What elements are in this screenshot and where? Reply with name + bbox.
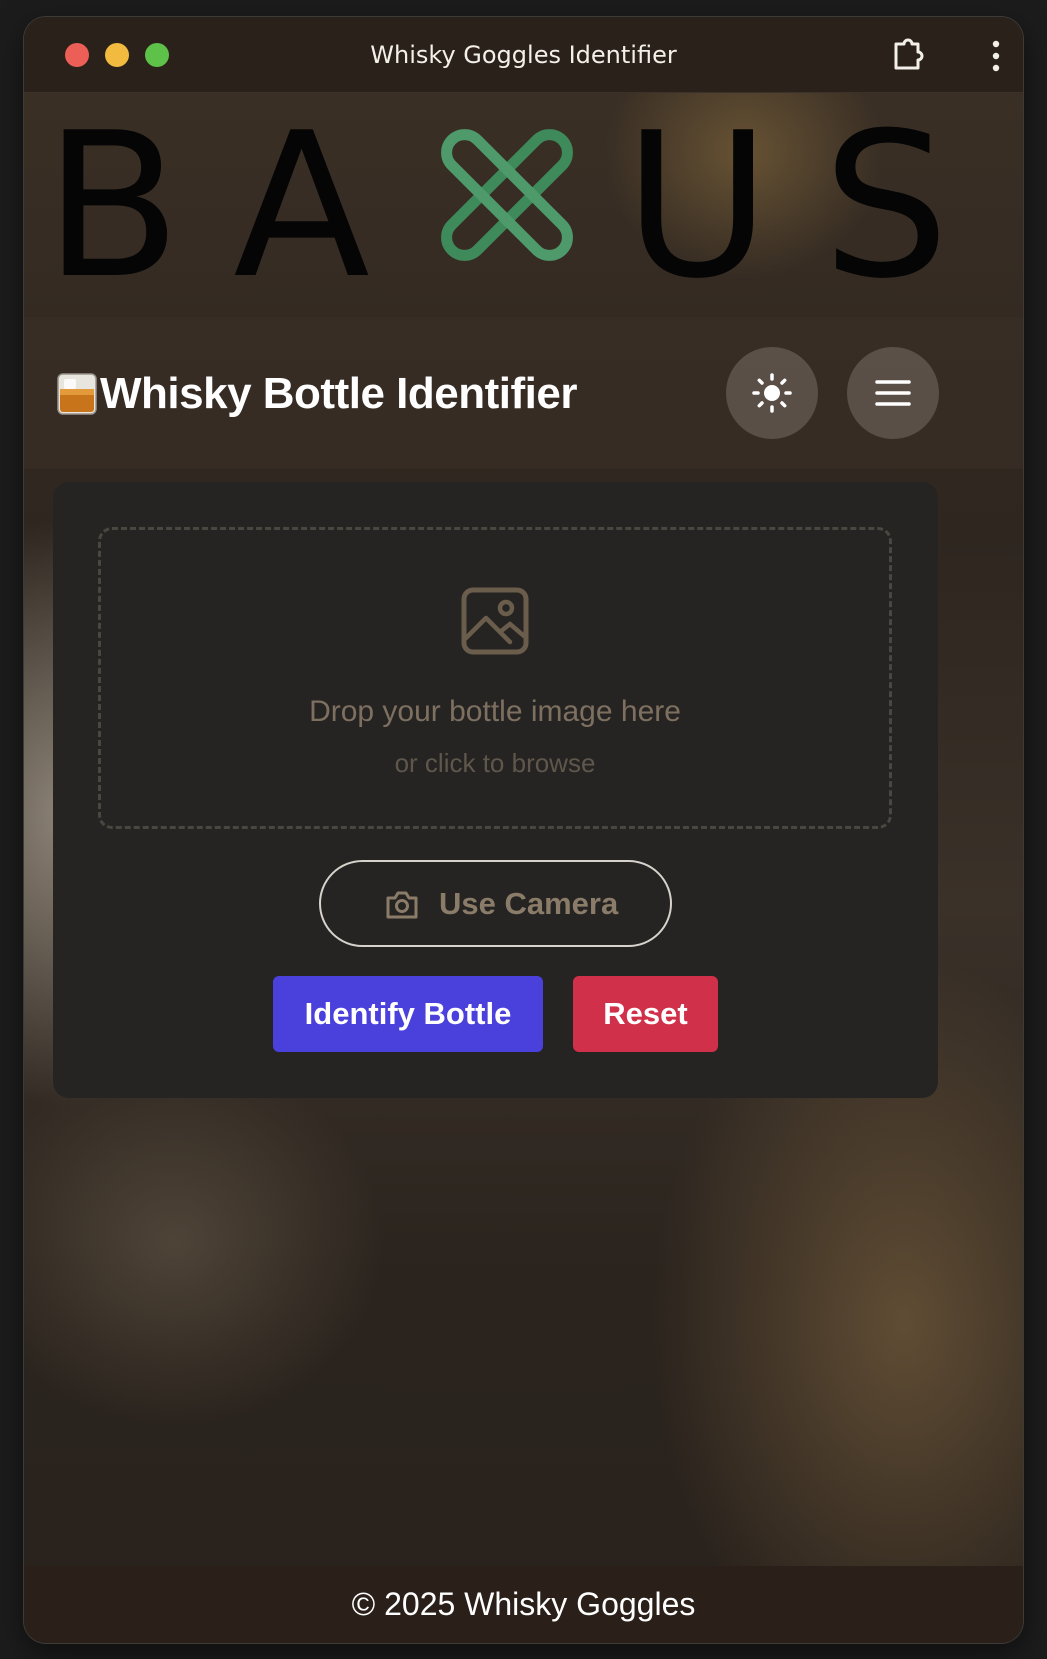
hamburger-menu-icon: [875, 380, 911, 406]
identify-bottle-button[interactable]: Identify Bottle: [273, 976, 543, 1052]
baxus-logo: BA US: [44, 93, 1001, 317]
menu-button[interactable]: [847, 347, 939, 439]
title-bar: Whisky Goggles Identifier: [24, 17, 1023, 93]
logo-text-left: BA: [44, 93, 422, 317]
app-window: Whisky Goggles Identifier BA US Whisky B…: [24, 17, 1023, 1643]
app-header: Whisky Bottle Identifier: [24, 317, 1023, 469]
more-vertical-icon[interactable]: [990, 39, 1002, 73]
whisky-glass-emoji-icon: [57, 373, 97, 415]
extension-icon[interactable]: [888, 36, 926, 74]
footer: © 2025 Whisky Goggles: [24, 1566, 1023, 1643]
use-camera-button[interactable]: Use Camera: [319, 860, 672, 947]
camera-icon: [386, 891, 418, 919]
logo-text-right: US: [624, 93, 1001, 317]
window-title: Whisky Goggles Identifier: [370, 41, 677, 69]
image-dropzone[interactable]: Drop your bottle image here or click to …: [98, 527, 892, 829]
page-title: Whisky Bottle Identifier: [100, 369, 577, 418]
dropzone-subtitle: or click to browse: [394, 748, 596, 778]
copyright-text: © 2025 Whisky Goggles: [351, 1586, 696, 1622]
use-camera-label: Use Camera: [439, 886, 619, 921]
sun-icon: [752, 373, 792, 413]
reset-button[interactable]: Reset: [573, 976, 718, 1052]
image-icon: [461, 587, 529, 655]
dropzone-title: Drop your bottle image here: [309, 695, 681, 728]
logo-x-mark: [441, 129, 573, 261]
logo-banner: BA US: [24, 93, 1023, 317]
upload-card: Drop your bottle image here or click to …: [53, 482, 938, 1098]
theme-toggle-button[interactable]: [726, 347, 818, 439]
